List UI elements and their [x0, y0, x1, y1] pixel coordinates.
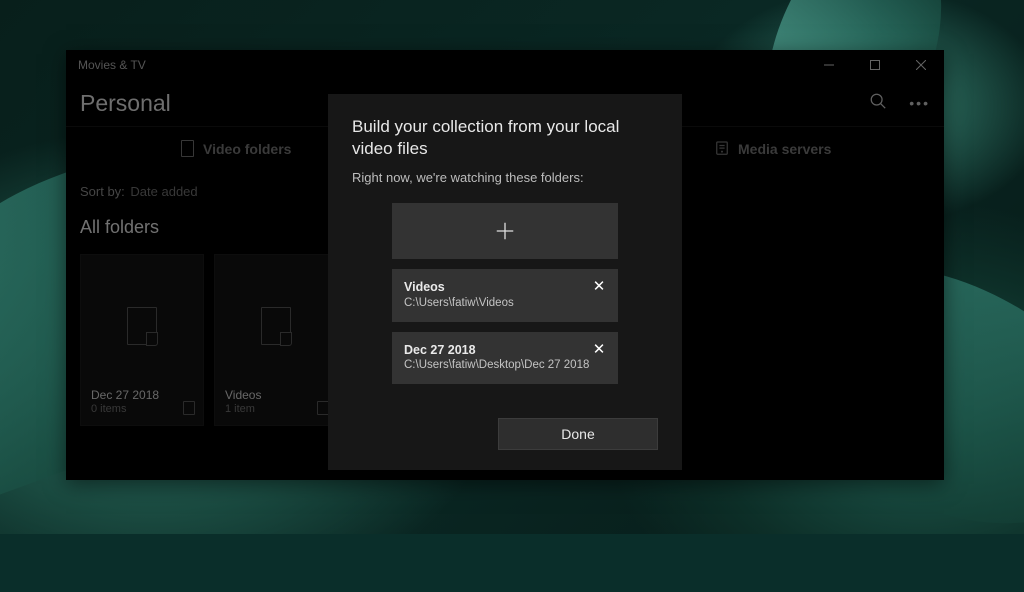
remove-folder-button[interactable]: ✕ — [590, 340, 608, 358]
dialog-footer: Done — [352, 418, 658, 450]
watched-folder-path: C:\Users\fatiw\Desktop\Dec 27 2018 — [404, 358, 606, 374]
watched-folder-name: Dec 27 2018 — [404, 342, 606, 359]
plus-icon — [494, 220, 516, 242]
dialog-subtitle: Right now, we're watching these folders: — [352, 170, 658, 185]
add-folder-button[interactable] — [392, 203, 618, 259]
modal-backdrop: Build your collection from your local vi… — [66, 50, 944, 480]
add-folder-dialog: Build your collection from your local vi… — [328, 94, 682, 470]
close-icon: ✕ — [593, 277, 606, 295]
watched-folder-item[interactable]: Videos C:\Users\fatiw\Videos ✕ — [392, 269, 618, 321]
done-button[interactable]: Done — [498, 418, 658, 450]
app-window: Movies & TV Personal ••• — [66, 50, 944, 480]
watched-folder-name: Videos — [404, 279, 606, 296]
watched-folder-item[interactable]: Dec 27 2018 C:\Users\fatiw\Desktop\Dec 2… — [392, 332, 618, 384]
watched-folder-path: C:\Users\fatiw\Videos — [404, 296, 606, 312]
dialog-title: Build your collection from your local vi… — [352, 116, 658, 160]
done-label: Done — [561, 426, 594, 442]
remove-folder-button[interactable]: ✕ — [590, 277, 608, 295]
close-icon: ✕ — [593, 340, 606, 358]
